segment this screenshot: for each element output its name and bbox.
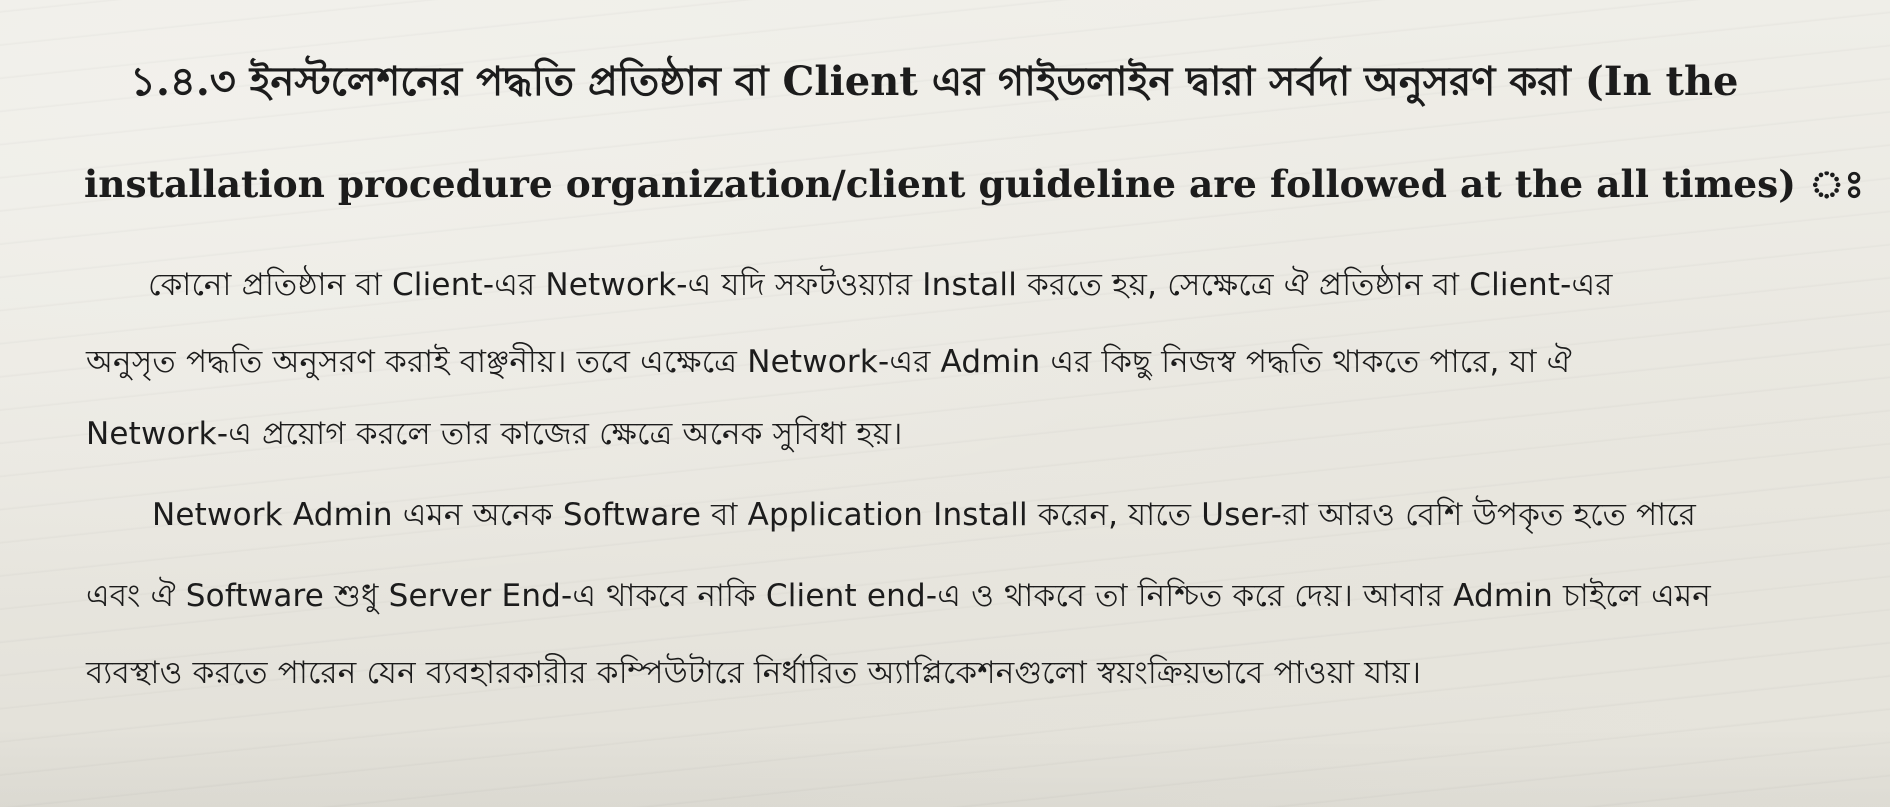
paragraph-1-line-1: কোনো প্রতিষ্ঠান বা Client-এর Network-এ য… — [148, 267, 1613, 303]
section-heading-line-2: installation procedure organization/clie… — [84, 162, 1865, 206]
document-page: ১.৪.৩ ইনস্টলেশনের পদ্ধতি প্রতিষ্ঠান বা C… — [0, 0, 1890, 807]
page-shadow — [0, 727, 1890, 807]
paragraph-2-line-3: ব্যবস্থাও করতে পারেন যেন ব্যবহারকারীর কম… — [86, 655, 1422, 691]
paragraph-1-line-2: অনুসৃত পদ্ধতি অনুসরণ করাই বাঞ্ছনীয়। তবে… — [86, 344, 1572, 380]
paragraph-2-line-2: এবং ঐ Software শুধু Server End-এ থাকবে ন… — [86, 578, 1711, 614]
paragraph-2-line-1: Network Admin এমন অনেক Software বা Appli… — [152, 497, 1697, 533]
paragraph-1-line-3: Network-এ প্রয়োগ করলে তার কাজের ক্ষেত্র… — [86, 416, 903, 452]
section-heading-line-1: ১.৪.৩ ইনস্টলেশনের পদ্ধতি প্রতিষ্ঠান বা C… — [130, 58, 1739, 105]
